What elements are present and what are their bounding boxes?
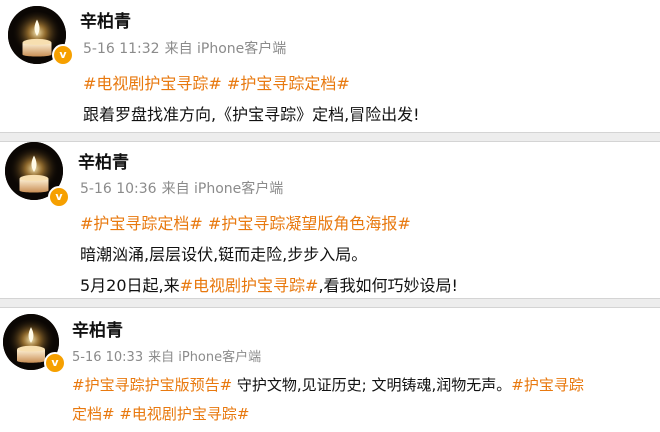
hashtag-link[interactable]: #护宝寻踪定档# bbox=[80, 214, 203, 233]
weibo-post: v 辛柏青 5-16 10:33 来自 iPhone客户端 #护宝寻踪护宝版预告#… bbox=[0, 308, 660, 432]
hashtag-link[interactable]: 定档# bbox=[72, 405, 115, 423]
hashtag-link[interactable]: #护宝寻踪 bbox=[511, 376, 584, 394]
text-segment: 守护文物,见证历史; 文明铸魂,润物无声。 bbox=[232, 376, 512, 394]
post-line: #护宝寻踪定档# #护宝寻踪凝望版角色海报# bbox=[80, 208, 458, 239]
post-text: #护宝寻踪护宝版预告# 守护文物,见证历史; 文明铸魂,润物无声。#护宝寻踪 定… bbox=[72, 371, 584, 429]
text-segment: 5月20日起,来 bbox=[80, 276, 180, 295]
verified-badge-icon: v bbox=[48, 186, 70, 208]
post-text: #电视剧护宝寻踪# #护宝寻踪定档# 跟着罗盘找准方向,《护宝寻踪》定档,冒险出… bbox=[83, 68, 420, 130]
post-divider bbox=[0, 132, 660, 142]
author-name[interactable]: 辛柏青 bbox=[78, 148, 129, 173]
post-source: 来自 iPhone客户端 bbox=[148, 350, 262, 365]
verified-badge-icon: v bbox=[52, 44, 74, 66]
hashtag-link[interactable]: #电视剧护宝寻踪# bbox=[180, 276, 319, 295]
author-name[interactable]: 辛柏青 bbox=[80, 7, 131, 32]
text-segment: ,看我如何巧妙设局! bbox=[318, 276, 458, 295]
post-meta: 5-16 11:32 来自 iPhone客户端 bbox=[83, 38, 286, 58]
hashtag-link[interactable]: #电视剧护宝寻踪# bbox=[119, 405, 249, 423]
weibo-post: v 辛柏青 5-16 11:32 来自 iPhone客户端 #电视剧护宝寻踪# #… bbox=[0, 0, 660, 132]
post-line: 跟着罗盘找准方向,《护宝寻踪》定档,冒险出发! bbox=[83, 99, 420, 130]
post-meta: 5-16 10:36 来自 iPhone客户端 bbox=[80, 178, 283, 198]
post-line: 5月20日起,来#电视剧护宝寻踪#,看我如何巧妙设局! bbox=[80, 270, 458, 301]
post-date: 5-16 10:36 bbox=[80, 181, 157, 197]
post-line: #电视剧护宝寻踪# #护宝寻踪定档# bbox=[83, 68, 420, 99]
post-date: 5-16 11:32 bbox=[83, 41, 160, 57]
weibo-post: v 辛柏青 5-16 10:36 来自 iPhone客户端 #护宝寻踪定档# #护… bbox=[0, 142, 660, 297]
post-date: 5-16 10:33 bbox=[72, 350, 144, 365]
post-text: #护宝寻踪定档# #护宝寻踪凝望版角色海报# 暗潮汹涌,层层设伏,铤而走险,步步… bbox=[80, 208, 458, 301]
hashtag-link[interactable]: #电视剧护宝寻踪# bbox=[83, 74, 222, 93]
text-segment: 跟着罗盘找准方向,《护宝寻踪》定档,冒险出发! bbox=[83, 105, 420, 124]
author-name[interactable]: 辛柏青 bbox=[72, 316, 123, 341]
text-segment: 暗潮汹涌,层层设伏,铤而走险,步步入局。 bbox=[80, 245, 368, 264]
post-divider bbox=[0, 298, 660, 308]
post-line: 暗潮汹涌,层层设伏,铤而走险,步步入局。 bbox=[80, 239, 458, 270]
hashtag-link[interactable]: #护宝寻踪护宝版预告# bbox=[72, 376, 232, 394]
post-source: 来自 iPhone客户端 bbox=[161, 181, 284, 197]
hashtag-link[interactable]: #护宝寻踪凝望版角色海报# bbox=[208, 214, 411, 233]
hashtag-link[interactable]: #护宝寻踪定档# bbox=[227, 74, 350, 93]
post-meta: 5-16 10:33 来自 iPhone客户端 bbox=[72, 346, 261, 365]
verified-badge-icon: v bbox=[44, 352, 66, 374]
post-source: 来自 iPhone客户端 bbox=[164, 41, 287, 57]
post-line: 定档# #电视剧护宝寻踪# bbox=[72, 400, 584, 429]
post-line: #护宝寻踪护宝版预告# 守护文物,见证历史; 文明铸魂,润物无声。#护宝寻踪 bbox=[72, 371, 584, 400]
